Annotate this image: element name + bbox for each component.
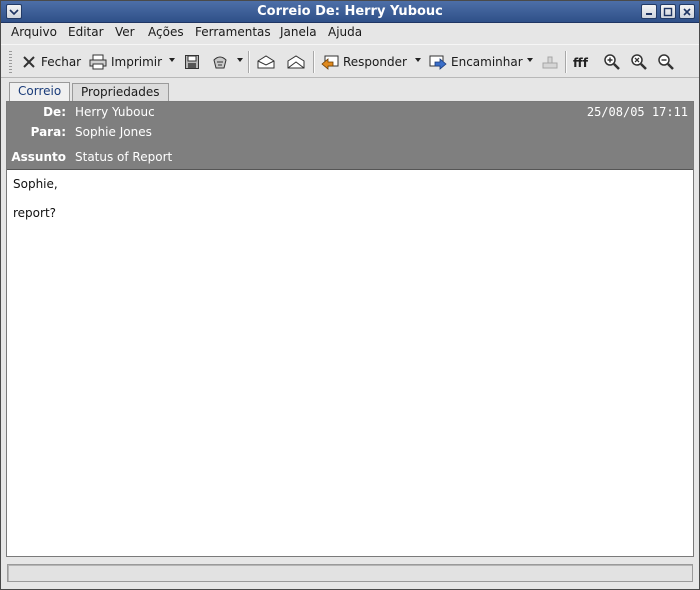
close-x-icon bbox=[23, 56, 35, 68]
svg-text:fff: fff bbox=[573, 56, 589, 70]
close-icon bbox=[683, 7, 691, 16]
junk-icon bbox=[213, 56, 227, 69]
toolbar-separator bbox=[313, 51, 315, 73]
window-title: Correio De: Herry Yubouc bbox=[257, 4, 443, 19]
subject-label: Assunto bbox=[11, 150, 66, 164]
to-label: Para: bbox=[30, 125, 66, 139]
message-date: 25/08/05 17:11 bbox=[586, 105, 688, 119]
from-value[interactable]: Herry Yubouc bbox=[75, 105, 155, 119]
mark-unread-icon bbox=[287, 55, 305, 69]
subject-value: Status of Report bbox=[75, 150, 173, 164]
zoom-out-button[interactable] bbox=[657, 51, 675, 73]
mark-read-icon bbox=[257, 55, 275, 69]
menu-bar: Arquivo Editar Ver Ações Ferramentas Jan… bbox=[1, 23, 699, 43]
close-window-button[interactable] bbox=[679, 4, 695, 19]
print-dropdown-arrow[interactable] bbox=[169, 58, 175, 62]
print-button[interactable]: Imprimir bbox=[89, 51, 162, 73]
zoom-out-icon bbox=[658, 54, 674, 70]
junk-dropdown-arrow[interactable] bbox=[237, 58, 243, 62]
menu-arquivo[interactable]: Arquivo bbox=[11, 25, 57, 39]
to-value[interactable]: Sophie Jones bbox=[75, 125, 152, 139]
maximize-button[interactable] bbox=[660, 4, 676, 19]
zoom-in-icon bbox=[604, 54, 620, 70]
menu-ver[interactable]: Ver bbox=[115, 25, 135, 39]
mark-unread-button[interactable] bbox=[287, 51, 305, 73]
message-body[interactable]: Sophie, report? bbox=[7, 169, 693, 556]
toolbar-grip[interactable] bbox=[9, 51, 12, 73]
maximize-icon bbox=[663, 7, 673, 16]
toolbar: Fechar Imprimir Responder Encaminhar fff bbox=[1, 44, 699, 78]
zoom-normal-icon bbox=[631, 54, 647, 70]
reply-button[interactable]: Responder bbox=[321, 51, 407, 73]
meeting-icon bbox=[542, 56, 558, 69]
reply-label: Responder bbox=[343, 55, 407, 69]
forward-label: Encaminhar bbox=[451, 55, 523, 69]
font-icon: fff bbox=[573, 56, 589, 70]
junk-button[interactable] bbox=[211, 51, 229, 73]
menu-ferramentas[interactable]: Ferramentas bbox=[195, 25, 271, 39]
from-label: De: bbox=[43, 105, 66, 119]
toolbar-separator bbox=[565, 51, 567, 73]
printer-icon bbox=[89, 54, 107, 70]
reply-icon bbox=[321, 55, 339, 70]
zoom-normal-button[interactable] bbox=[630, 51, 648, 73]
status-bar bbox=[7, 564, 693, 582]
tab-propriedades[interactable]: Propriedades bbox=[72, 83, 169, 101]
menu-acoes[interactable]: Ações bbox=[148, 25, 184, 39]
minimize-button[interactable] bbox=[641, 4, 657, 19]
meeting-button[interactable] bbox=[541, 51, 559, 73]
forward-icon bbox=[429, 55, 447, 70]
menu-janela[interactable]: Janela bbox=[280, 25, 317, 39]
body-line: report? bbox=[13, 206, 57, 220]
save-button[interactable] bbox=[184, 51, 200, 73]
save-icon bbox=[185, 55, 199, 69]
message-header: De: Herry Yubouc 25/08/05 17:11 Para: So… bbox=[7, 102, 693, 169]
reply-dropdown-arrow[interactable] bbox=[415, 58, 421, 62]
minimize-icon bbox=[646, 12, 652, 15]
mail-window: Correio De: Herry Yubouc Arquivo Editar … bbox=[0, 0, 700, 590]
body-line: Sophie, bbox=[13, 177, 58, 191]
menu-editar[interactable]: Editar bbox=[68, 25, 104, 39]
tab-correio[interactable]: Correio bbox=[9, 82, 71, 101]
close-message-label: Fechar bbox=[41, 55, 82, 69]
mark-read-button[interactable] bbox=[257, 51, 275, 73]
toolbar-separator bbox=[248, 51, 250, 73]
menu-ajuda[interactable]: Ajuda bbox=[328, 25, 362, 39]
close-message-button[interactable]: Fechar bbox=[21, 51, 81, 73]
title-bar: Correio De: Herry Yubouc bbox=[1, 1, 699, 23]
zoom-in-button[interactable] bbox=[603, 51, 621, 73]
message-view: De: Herry Yubouc 25/08/05 17:11 Para: So… bbox=[6, 101, 694, 557]
print-label: Imprimir bbox=[111, 55, 163, 69]
forward-dropdown-arrow[interactable] bbox=[527, 58, 533, 62]
font-button[interactable]: fff bbox=[573, 51, 595, 73]
forward-button[interactable]: Encaminhar bbox=[429, 51, 523, 73]
